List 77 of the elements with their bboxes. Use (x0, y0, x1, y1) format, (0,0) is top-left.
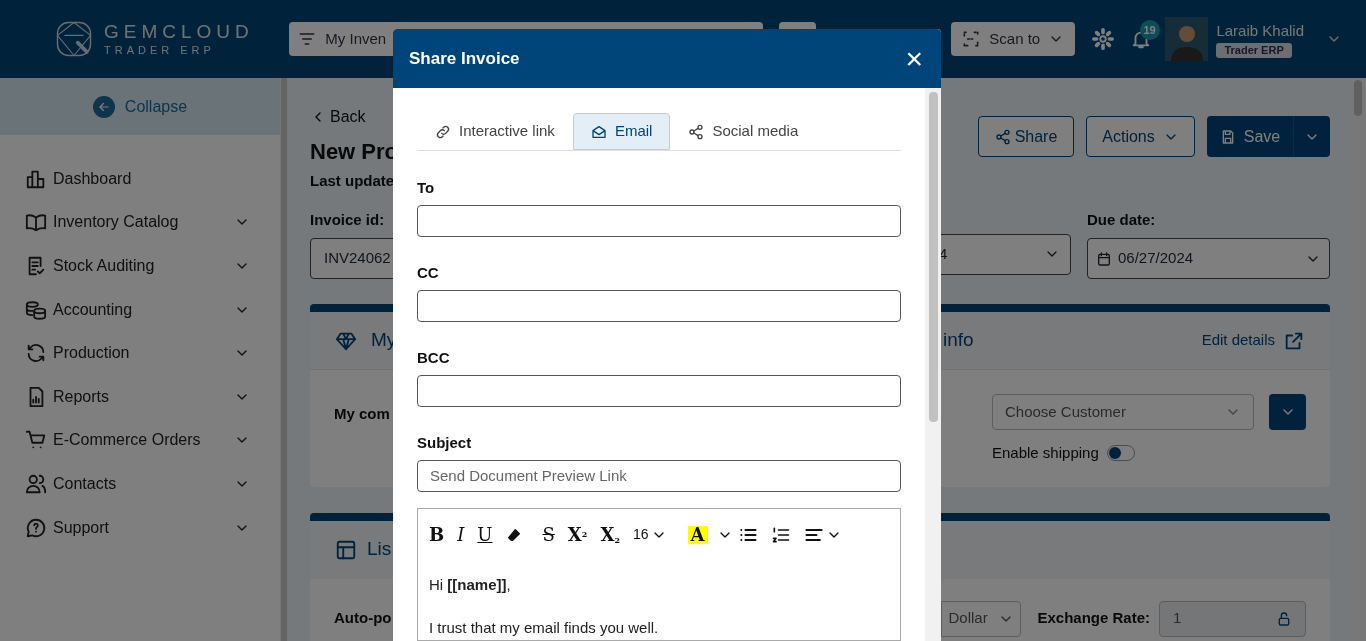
tab[interactable]: Email (572, 113, 671, 151)
notification-badge: 19 (1139, 20, 1160, 40)
italic-button[interactable]: I (457, 526, 465, 544)
unlock-icon (1276, 610, 1292, 627)
field-label: Subject (417, 434, 473, 452)
eraser-icon (505, 527, 522, 543)
tab-icon (688, 123, 705, 140)
customer-select[interactable]: Choose Customer (992, 394, 1254, 430)
due-date-label: Due date: (1087, 209, 1157, 230)
company-label: My com (334, 404, 390, 424)
menu-item-icon (25, 342, 47, 365)
menu-item-icon (25, 472, 47, 495)
exchange-rate-label: Exchange Rate: (1037, 608, 1150, 629)
avatar-silhouette (1164, 17, 1209, 61)
numbered-list-icon (770, 525, 791, 545)
numbered-list-button[interactable] (770, 525, 791, 545)
role-badge: Trader ERP (1216, 42, 1292, 58)
autopost-label: Auto-po (334, 608, 392, 629)
due-date-field[interactable]: 06/27/2024 (1087, 238, 1330, 279)
table-icon (335, 538, 357, 561)
card-title: info (943, 328, 974, 353)
settings-icon (1091, 28, 1114, 50)
card-title: Lis (367, 537, 392, 562)
exchange-rate-field[interactable]: 1 (1159, 600, 1306, 637)
sidebar-item[interactable]: Inventory Catalog (0, 200, 280, 245)
input-field[interactable] (417, 375, 901, 407)
logo-name: GEMCLOUD (104, 22, 254, 41)
shipping-toggle[interactable] (1106, 445, 1135, 462)
email-paragraph: Hi [[name]], (429, 575, 512, 595)
tab[interactable]: Interactive link (417, 113, 573, 151)
input-field[interactable]: Send Document Preview Link (417, 460, 901, 492)
email-paragraph: I trust that my email finds you well. (429, 618, 660, 639)
shipping-label: Enable shipping (992, 443, 1099, 463)
actions-button[interactable]: Actions (1086, 116, 1195, 157)
underline-button[interactable]: U (477, 526, 493, 544)
field-label: BCC (417, 349, 451, 367)
save-button[interactable]: Save (1207, 116, 1294, 157)
input-field[interactable] (417, 290, 901, 322)
sidebar-item[interactable]: Accounting (0, 287, 280, 332)
collapse-bar[interactable]: Collapse (0, 78, 280, 135)
email-editor[interactable]: B I U S X$^{2}$ X$_{2}$ 16 A Hi [[name]], I trust that my email finds you well. (417, 508, 901, 641)
superscript-button[interactable]: X$^{2}$ (567, 526, 588, 544)
subscript-button[interactable]: X$_{2}$ (600, 526, 620, 544)
field-label: To (417, 179, 436, 198)
input-field[interactable] (417, 205, 901, 238)
dialog-title: Share Invoice (409, 47, 521, 70)
sidebar-item[interactable]: Reports (0, 374, 280, 419)
tab-icon (435, 123, 451, 140)
last-updated-label: Last update (310, 171, 396, 191)
invoice-id-label: Invoice id: (310, 209, 386, 230)
sidebar-item[interactable]: Contacts (0, 462, 280, 506)
calendar-icon (1096, 250, 1112, 267)
sidebar-item[interactable]: Dashboard (0, 157, 280, 201)
font-size-select[interactable]: 16 (632, 524, 667, 546)
menu-item-icon (25, 298, 47, 321)
share-button[interactable]: Share (978, 116, 1074, 157)
sidebar-item[interactable]: Stock Auditing (0, 244, 280, 288)
share-icon (994, 128, 1011, 145)
scan-icon (961, 29, 982, 49)
eraser-button[interactable] (505, 527, 522, 543)
bold-button[interactable]: B (429, 526, 445, 544)
sidebar-item[interactable]: Production (0, 331, 280, 375)
strikethrough-button[interactable]: S (542, 526, 555, 544)
user-name: Laraib Khalid (1216, 21, 1304, 42)
edit-details-link[interactable]: Edit details (1201, 329, 1305, 352)
back-link[interactable]: Back (310, 105, 399, 129)
logo-tagline: TRADER ERP (104, 45, 216, 56)
sidebar-item[interactable]: E-Commerce Orders (0, 418, 280, 463)
close-button[interactable]: × (905, 43, 923, 74)
scan-to-button[interactable]: Scan to (950, 22, 1075, 56)
tab[interactable]: Social media (670, 113, 817, 151)
field-label: CC (417, 264, 440, 283)
tab-icon (590, 123, 607, 140)
sidebar-item[interactable]: Support (0, 505, 280, 550)
menu-item-icon (25, 211, 47, 234)
highlight-button[interactable]: A (687, 526, 708, 544)
menu-item-icon (25, 516, 47, 539)
